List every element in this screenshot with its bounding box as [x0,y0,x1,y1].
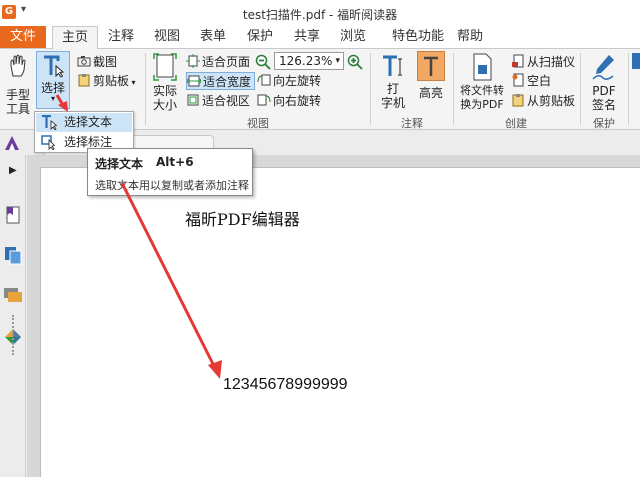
create-group-label: 创建 [505,117,527,130]
left-sidebar: ▶ [0,155,26,477]
tab-share[interactable]: 共享 [286,26,328,48]
tab-protect[interactable]: 保护 [238,26,282,48]
fit-page-icon [186,54,200,68]
fit-visible-button[interactable]: 适合视区 [186,92,250,110]
title-bar: G ▾ test扫描件.pdf - 福昕阅读器 [0,0,640,26]
paste-icon [512,94,524,107]
tab-form[interactable]: 表单 [192,26,234,48]
hand-tool-label: 手型 工具 [5,88,30,116]
zoom-out-icon[interactable] [255,54,271,70]
view-group-label: 视图 [247,117,269,130]
actual-size-icon [153,53,177,81]
panel-resize-handle[interactable] [12,315,14,355]
highlight-button[interactable]: 高亮 [414,51,448,100]
select-label: 选择 [40,81,65,95]
rotate-left-icon [257,74,271,86]
pdf-sign-label: PDF 签名 [591,84,616,112]
foxit-home-icon[interactable] [3,134,21,152]
fit-width-icon [187,75,201,87]
rotate-right-button[interactable]: 向右旋转 [257,92,321,110]
tab-browse[interactable]: 浏览 [332,26,374,48]
fit-visible-icon [187,94,199,106]
zoom-value: 126.23% [279,54,333,68]
menu-bar: 文件 主页 注释 视图 表单 保护 共享 浏览 特色功能 帮助 [0,26,640,49]
screenshot-button[interactable]: 截图 [77,53,117,71]
rotate-left-button[interactable]: 向左旋转 [257,72,321,90]
fit-width-button[interactable]: 适合宽度 [186,72,256,90]
from-scanner-label: 从扫描仪 [527,55,576,69]
menu-item-label: 选择文本 [64,115,113,129]
comments-panel-icon[interactable] [3,285,23,305]
chevron-down-icon: ▾ [335,56,340,66]
tab-file[interactable]: 文件 [0,26,46,48]
clipboard-button[interactable]: 剪贴板 ▾ [77,72,136,90]
select-annotation-icon [41,135,56,150]
ribbon-separator [628,53,629,125]
convert-to-pdf-label: 将文件转 换为PDF [460,84,504,111]
tooltip: 选择文本 Alt+6 选取文本用以复制或者添加注释 [87,148,253,196]
select-text-icon [42,115,57,130]
bookmark-icon[interactable] [3,205,23,225]
blank-page-icon [512,73,524,87]
from-clipboard-button[interactable]: 从剪贴板 [511,92,575,110]
highlight-icon [417,51,445,81]
actual-size-label: 实际 大小 [152,84,177,112]
typewriter-button[interactable]: 打 字机 [376,53,410,110]
blank-label: 空白 [527,74,552,88]
tab-special-features[interactable]: 特色功能 [378,26,458,48]
protect-group-label: 保护 [593,117,615,130]
tooltip-title: 选择文本 [95,157,144,171]
document-number-text: 12345678999999 [223,376,348,393]
screenshot-label: 截图 [93,55,118,69]
tab-comment[interactable]: 注释 [100,26,142,48]
overflow-tool-icon[interactable] [632,53,640,69]
comment-group-label: 注释 [401,117,423,130]
pages-thumbnail-icon[interactable] [3,245,23,265]
hand-icon [10,54,26,77]
convert-pdf-icon [473,53,492,81]
document-viewport[interactable]: 福昕PDF编辑器 12345678999999 [27,155,640,477]
window-title: test扫描件.pdf - 福昕阅读器 [242,8,398,22]
text-select-icon [44,55,65,78]
menu-item-select-text[interactable]: 选择文本 [36,113,132,132]
clipboard-icon [78,74,90,87]
zoom-select[interactable]: 126.23% ▾ [274,52,344,70]
blank-button[interactable]: 空白 [511,72,551,90]
rotate-right-label: 向右旋转 [273,94,322,108]
tooltip-shortcut: Alt+6 [156,155,194,169]
fit-page-label: 适合页面 [202,55,251,69]
fit-page-button[interactable]: 适合页面 [186,53,250,71]
fit-visible-label: 适合视区 [202,94,251,108]
scanner-icon [512,54,524,68]
select-dropdown-menu: 选择文本 选择标注 [34,111,134,153]
typewriter-icon [383,55,402,76]
from-scanner-button[interactable]: 从扫描仪 [511,53,575,71]
fit-width-label: 适合宽度 [203,75,252,89]
select-button[interactable]: 选择 ▾ [36,51,70,109]
rotate-right-icon [257,94,271,106]
clipboard-label: 剪贴板 [93,74,130,88]
hand-tool-button[interactable]: 手型 工具 [3,54,33,116]
pen-sign-icon [592,55,614,80]
pdf-page[interactable]: 福昕PDF编辑器 12345678999999 [40,167,640,477]
menu-item-label: 选择标注 [64,135,113,149]
rotate-left-label: 向左旋转 [273,74,322,88]
typewriter-label: 打 字机 [380,82,405,110]
document-heading: 福昕PDF编辑器 [185,210,300,229]
tab-home[interactable]: 主页 [52,26,98,49]
actual-size-button[interactable]: 实际 大小 [150,53,180,112]
from-clipboard-label: 从剪贴板 [527,94,576,108]
convert-to-pdf-button[interactable]: 将文件转 换为PDF [458,53,506,112]
chevron-down-icon: ▾ [129,78,136,87]
tooltip-description: 选取文本用以复制或者添加注释 [95,179,249,192]
zoom-in-icon[interactable] [347,54,363,70]
tab-view[interactable]: 视图 [146,26,188,48]
chevron-down-icon: ▾ [50,94,55,103]
pdf-sign-button[interactable]: PDF 签名 [584,53,624,112]
camera-icon [77,56,91,67]
expand-panel-icon[interactable]: ▶ [9,165,17,176]
tab-help[interactable]: 帮助 [450,26,490,48]
highlight-label: 高亮 [418,86,443,100]
